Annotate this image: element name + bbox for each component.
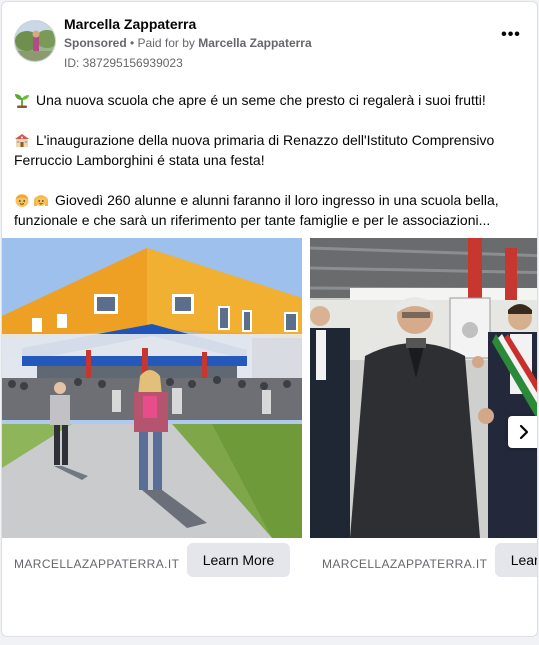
carousel-card-footer: MARCELLAZAPPATERRA.IT Learn More [310, 538, 537, 588]
post-header: Marcella Zappaterra Sponsored • Paid for… [14, 16, 525, 72]
more-icon[interactable]: ••• [499, 27, 523, 46]
seedling-icon [15, 94, 29, 108]
paid-for-name: Marcella Zappaterra [198, 36, 312, 50]
sponsored-label[interactable]: Sponsored [64, 36, 127, 50]
link-domain[interactable]: MARCELLAZAPPATERRA.IT [14, 557, 179, 571]
school-icon [15, 134, 29, 147]
sponsored-line: Sponsored • Paid for by Marcella Zappate… [64, 36, 312, 50]
ceremony-photo[interactable] [310, 238, 537, 538]
carousel-card[interactable]: MARCELLAZAPPATERRA.IT Learn More [310, 238, 537, 598]
paragraph-1-text: Una nuova scuola che apre é un seme che … [36, 92, 486, 108]
boy-icon [15, 194, 29, 207]
paragraph-2-text: L'inaugurazione della nuova primaria di … [14, 132, 495, 168]
girl-icon [33, 195, 49, 206]
paragraph-3: Giovedì 260 alunne e alunni faranno il l… [14, 190, 529, 230]
avatar[interactable] [14, 20, 56, 62]
paragraph-3-text: Giovedì 260 alunne e alunni faranno il l… [14, 192, 499, 228]
learn-more-button[interactable]: Learn More [495, 543, 537, 577]
paragraph-2: L'inaugurazione della nuova primaria di … [14, 130, 529, 170]
chevron-right-icon [519, 424, 529, 440]
learn-more-button[interactable]: Learn More [187, 543, 290, 577]
link-domain[interactable]: MARCELLAZAPPATERRA.IT [322, 557, 487, 571]
carousel: MARCELLAZAPPATERRA.IT Learn More MARCELL… [2, 238, 537, 598]
page-name[interactable]: Marcella Zappaterra [64, 16, 196, 32]
carousel-card[interactable]: MARCELLAZAPPATERRA.IT Learn More [2, 238, 302, 598]
school-building-photo[interactable] [2, 238, 302, 538]
carousel-card-footer: MARCELLAZAPPATERRA.IT Learn More [2, 538, 302, 588]
sponsored-post-card: Marcella Zappaterra Sponsored • Paid for… [1, 1, 538, 637]
carousel-next-button[interactable] [508, 416, 537, 448]
paid-for-prefix: Paid for by [137, 36, 199, 50]
post-text: Una nuova scuola che apre é un seme che … [14, 90, 529, 230]
paragraph-1: Una nuova scuola che apre é un seme che … [14, 90, 529, 110]
separator: • [126, 36, 138, 50]
ad-id: ID: 387295156939023 [64, 56, 183, 70]
